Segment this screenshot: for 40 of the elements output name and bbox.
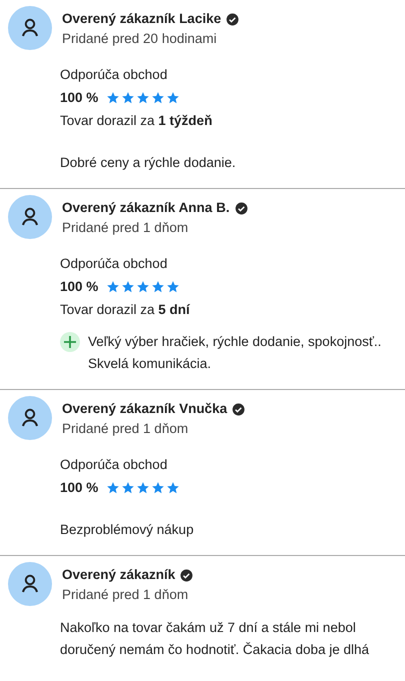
avatar-icon <box>8 6 52 50</box>
star-icon <box>121 90 136 104</box>
reviewer-name: Overený zákazník Vnučka <box>62 400 228 418</box>
delivery-time: Tovar dorazil za 1 týždeň <box>60 112 214 130</box>
star-icon <box>121 280 136 294</box>
review-date: Pridané pred 1 dňom <box>62 219 190 237</box>
review-date: Pridané pred 20 hodinami <box>62 30 218 48</box>
star-icon <box>136 280 150 294</box>
review-text: Dobré ceny a rýchle dodanie. <box>60 155 236 170</box>
star-icon <box>151 480 166 494</box>
recommend-label: Odporúča obchod <box>60 456 168 474</box>
star-icon <box>136 480 150 494</box>
reviewer-name: Overený zákazník Lacike <box>62 10 222 28</box>
review-date: Pridané pred 1 dňom <box>62 586 190 604</box>
star-icon <box>166 480 180 494</box>
star-icon <box>106 280 120 294</box>
star-icon <box>106 480 120 494</box>
avatar-icon <box>8 562 52 606</box>
recommend-label: Odporúča obchod <box>60 255 168 273</box>
star-icon <box>151 90 166 104</box>
plus-icon <box>60 332 80 352</box>
recommend-percent: 100 % <box>60 89 98 107</box>
reviewer-name: Overený zákazník Anna B. <box>62 199 230 217</box>
review-text: Nakoľko na tovar čakám už 7 dní a stále mi nebol doručený nemám čo hodnotiť. Čakacia doba je dlhá <box>60 620 370 657</box>
star-icon <box>151 280 166 294</box>
star-icon <box>136 90 150 104</box>
recommend-percent: 100 % <box>60 479 98 497</box>
star-icon <box>166 90 180 104</box>
star-icon <box>121 480 136 494</box>
avatar-icon <box>8 195 52 239</box>
review-date: Pridané pred 1 dňom <box>62 420 190 438</box>
recommend-label: Odporúča obchod <box>60 66 168 84</box>
avatar-icon <box>8 396 52 440</box>
recommend-percent: 100 % <box>60 278 98 296</box>
star-icon <box>166 280 180 294</box>
review-text: Bezproblémový nákup <box>60 522 194 537</box>
delivery-time: Tovar dorazil za 5 dní <box>60 301 191 319</box>
reviewer-name: Overený zákazník <box>62 566 176 584</box>
review-text: Veľký výber hračiek, rýchle dodanie, spokojnosť.. Skvelá komunikácia. <box>88 333 382 373</box>
star-icon <box>106 90 120 104</box>
